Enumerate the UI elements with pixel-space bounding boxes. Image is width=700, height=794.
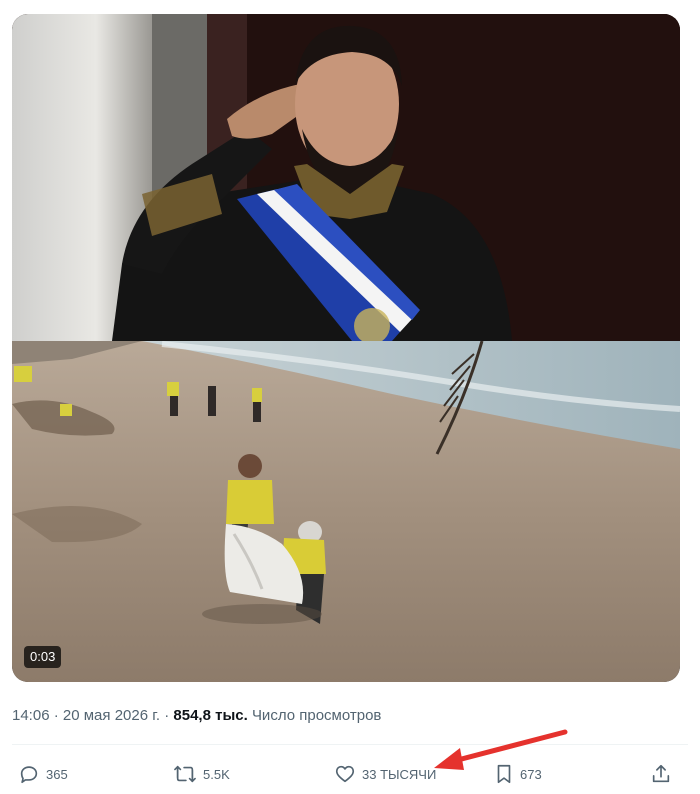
meta-separator: · xyxy=(164,707,170,724)
video-duration-badge: 0:03 xyxy=(24,646,62,668)
video-player[interactable]: 0:03 xyxy=(12,14,680,682)
post-time[interactable]: 14:06 xyxy=(12,707,50,724)
views-count: 854,8 тыс. xyxy=(173,707,248,724)
reply-count: 365 xyxy=(46,766,68,782)
bottom-scene xyxy=(12,340,680,682)
reply-icon xyxy=(20,766,38,784)
like-count: 33 ТЫСЯЧИ xyxy=(362,766,437,782)
video-thumbnail xyxy=(12,14,680,682)
post-detail: 0:03 14:06 · 20 мая 2026 г. · 854,8 тыс.… xyxy=(0,0,700,794)
reply-button[interactable]: 365 xyxy=(18,760,68,788)
post-meta: 14:06 · 20 мая 2026 г. · 854,8 тыс. Числ… xyxy=(12,706,381,726)
divider xyxy=(12,744,688,745)
heart-icon xyxy=(335,765,355,783)
meta-separator: · xyxy=(53,707,59,724)
bookmark-count: 673 xyxy=(520,766,542,782)
views-label: Число просмотров xyxy=(251,707,382,724)
top-scene xyxy=(12,14,680,344)
bookmark-icon xyxy=(497,764,511,784)
share-icon xyxy=(652,764,670,783)
post-date[interactable]: 20 мая 2026 г. xyxy=(63,707,160,724)
repost-button[interactable]: 5.5K xyxy=(173,760,230,788)
share-button[interactable] xyxy=(650,760,672,788)
repost-count: 5.5K xyxy=(203,766,230,782)
bookmark-button[interactable]: 673 xyxy=(494,760,542,788)
like-button[interactable]: 33 ТЫСЯЧИ xyxy=(334,760,436,788)
repost-icon xyxy=(174,765,196,783)
